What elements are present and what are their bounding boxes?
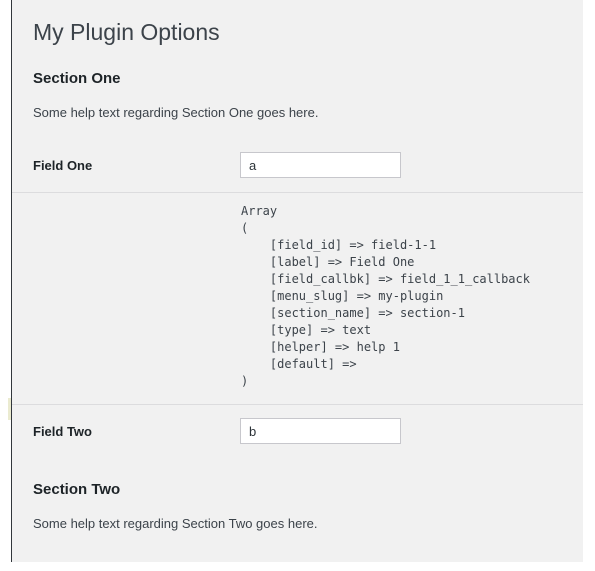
bottom-spacer [12,532,583,554]
field-one-debug-dump: Array ( [field_id] => field-1-1 [label] … [241,204,530,388]
section-help-one: Some help text regarding Section One goe… [33,105,319,120]
admin-menu-rail-marker [8,398,11,420]
field-cell-field-two [240,405,583,459]
field-label-field-one: Field One [12,139,240,193]
table-row-field-one: Field One [12,139,583,193]
settings-form-table: Field One Array ( [field_id] => field-1-… [12,139,583,458]
field-cell-field-one [240,139,583,193]
section-help-two: Some help text regarding Section Two goe… [33,516,318,531]
field-label-field-two: Field Two [33,424,92,439]
section-heading-two: Section Two [33,481,121,498]
options-page-wrap: My Plugin Options Section One Some help … [12,0,583,562]
debug-dump-cell: Array ( [field_id] => field-1-1 [label] … [240,192,583,405]
field-two-input[interactable] [240,418,401,444]
page-title: My Plugin Options [33,19,220,45]
debug-dump-label-spacer [12,192,240,405]
section-heading-one: Section One [33,70,121,87]
table-row-field-one-debug: Array ( [field_id] => field-1-1 [label] … [12,192,583,405]
table-row-field-two: Field Two [12,405,583,459]
field-one-input[interactable] [240,152,401,178]
